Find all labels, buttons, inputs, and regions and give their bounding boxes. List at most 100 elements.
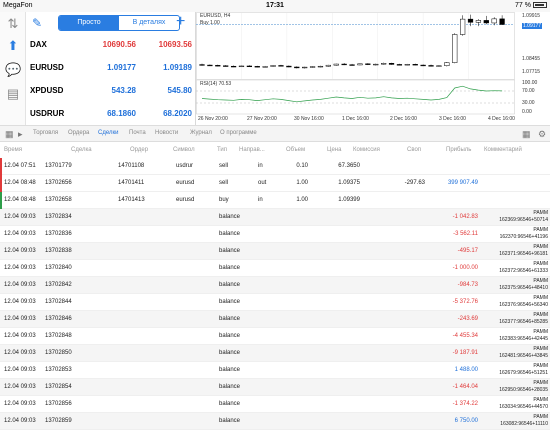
column-header[interactable]: Тип	[217, 147, 227, 153]
chat-icon[interactable]: 💬	[5, 62, 21, 78]
cell-deal: 13702656	[45, 180, 72, 186]
cell-deal: 13702853	[45, 367, 72, 373]
table-row[interactable]: 12.04 09:03 13702850 balance -9 187.91 PAMM …	[0, 345, 550, 362]
cell-type: balance	[219, 214, 241, 220]
column-header[interactable]: Объем	[286, 147, 305, 153]
column-header[interactable]: Время	[4, 147, 22, 153]
table-row[interactable]: 12.04 09:03 13702856 balance -1 374.22 PAMM …	[0, 396, 550, 413]
table-row[interactable]: 12.04 09:03 13702848 balance -4 455.34 PAMM …	[0, 328, 550, 345]
cell-comment: PAMM 163034:96546+44570	[499, 397, 548, 410]
tab-item[interactable]: Почта	[129, 130, 146, 136]
candle-body	[349, 64, 355, 66]
table-row[interactable]: 12.04 09:03 13702840 balance -1 000.00 PAMM …	[0, 260, 550, 277]
column-header[interactable]: Комиссия	[353, 147, 380, 153]
tab-item[interactable]: Новости	[155, 130, 178, 136]
quote-ask[interactable]: 1.09189	[141, 63, 192, 72]
table-row[interactable]: 12.04 09:03 13702859 balance 6 750.00 PAMM 1…	[0, 413, 550, 430]
table-row[interactable]: 12.04 09:03 13702854 balance -1 464.04 PAMM …	[0, 379, 550, 396]
table-row[interactable]: 12.04 08:48 13702656 14701411 eurusd sell out…	[0, 175, 550, 192]
rsi-axis-label: 0.00	[522, 109, 532, 115]
cell-type: sell	[219, 163, 229, 169]
table-icon[interactable]: ▦	[5, 129, 14, 140]
grid-icon[interactable]: ▦	[522, 129, 531, 140]
quote-bid[interactable]: 543.28	[86, 86, 136, 95]
candle-body	[333, 63, 339, 66]
cell-type: balance	[219, 299, 241, 305]
time-axis-label: 26 Nov 20:00	[198, 116, 228, 122]
cell-profit: -1 042.83	[452, 214, 478, 220]
candle-body	[459, 18, 466, 35]
tab-item[interactable]: Сделки	[98, 130, 118, 136]
quote-row[interactable]: DAX 10690.56 10693.56	[26, 34, 196, 56]
column-header[interactable]: Цена	[327, 147, 341, 153]
price-axis-label: 1.09177	[522, 23, 543, 29]
market-watch-icon[interactable]: ⇅	[5, 16, 21, 32]
quote-ask[interactable]: 545.80	[141, 86, 192, 95]
chart-canvas[interactable]	[196, 12, 550, 125]
edit-icon[interactable]: ✎	[32, 16, 42, 30]
column-header[interactable]: Своп	[407, 147, 421, 153]
trade-icon[interactable]: ⬆	[5, 38, 21, 54]
more-icon[interactable]: ▸	[18, 129, 23, 140]
column-header[interactable]: Комментарий	[484, 147, 522, 153]
column-header[interactable]: Ордер	[130, 147, 148, 153]
row-marker	[0, 158, 2, 175]
add-symbol-button[interactable]: +	[176, 14, 185, 30]
column-header[interactable]: Сделка	[71, 147, 92, 153]
cell-time: 12.04 09:03	[4, 367, 36, 373]
cell-volume: 1.00	[296, 180, 308, 186]
document-icon[interactable]: ▤	[5, 86, 21, 102]
tab-item[interactable]: О программе	[220, 130, 257, 136]
quote-bid[interactable]: 10690.56	[86, 40, 136, 49]
quote-bid[interactable]: 1.09177	[86, 63, 136, 72]
cell-price: 67.3650	[338, 163, 360, 169]
cell-order: 14701411	[118, 180, 145, 186]
table-row[interactable]: 12.04 09:03 13702844 balance -5 372.76 PAMM …	[0, 294, 550, 311]
candle-body	[215, 65, 221, 67]
table-row[interactable]: 12.04 08:48 13702658 14701413 eurusd buy in 1.…	[0, 192, 550, 209]
cell-time: 12.04 08:48	[4, 180, 36, 186]
quote-row[interactable]: XPDUSD 543.28 545.80	[26, 80, 196, 102]
cell-volume: 0.10	[296, 163, 308, 169]
column-header[interactable]: Направ...	[239, 147, 265, 153]
column-header[interactable]: Прибыль	[446, 147, 471, 153]
cell-profit: -984.73	[457, 282, 478, 288]
table-row[interactable]: 12.04 09:03 13702834 balance -1 042.83 PAMM …	[0, 209, 550, 226]
candle-body	[373, 63, 379, 66]
table-row[interactable]: 12.04 09:03 13702842 balance -984.73 PAMM 16…	[0, 277, 550, 294]
cell-type: balance	[219, 333, 241, 339]
cell-time: 12.04 09:03	[4, 231, 36, 237]
time-axis-label: 2 Dec 16:00	[390, 116, 417, 122]
cell-profit: -1 000.00	[452, 265, 478, 271]
tab-item[interactable]: Торговля	[33, 130, 58, 136]
table-row[interactable]: 12.04 07:51 13701779 14701108 usdrur sell in 0…	[0, 158, 550, 175]
tab-item[interactable]: Журнал	[190, 130, 212, 136]
candle-body	[254, 66, 260, 68]
cell-profit: -3 562.11	[453, 231, 478, 237]
quotes-panel: ✎ Просто В деталях + DAX 10690.56 10693.56…	[26, 12, 196, 125]
column-header[interactable]: Символ	[173, 147, 195, 153]
price-chart[interactable]: EURUSD, H4 Buy 1.00 RSI(14) 70.53 1.0991…	[196, 12, 550, 125]
cell-type: balance	[219, 282, 241, 288]
quote-bid[interactable]: 68.1860	[86, 109, 136, 118]
toggle-simple[interactable]: Просто	[59, 16, 119, 30]
cell-deal: 13702842	[45, 282, 72, 288]
tab-item[interactable]: Ордера	[68, 130, 89, 136]
cell-deal: 13702834	[45, 214, 72, 220]
quote-ask[interactable]: 10693.56	[141, 40, 192, 49]
cell-deal: 13702848	[45, 333, 72, 339]
quote-ask[interactable]: 68.2020	[141, 109, 192, 118]
cell-deal: 13702854	[45, 384, 72, 390]
quote-row[interactable]: EURUSD 1.09177 1.09189	[26, 57, 196, 79]
settings-icon[interactable]: ⚙	[538, 129, 546, 140]
time-axis-label: 4 Dec 16:00	[488, 116, 515, 122]
table-row[interactable]: 12.04 09:03 13702846 balance -243.69 PAMM 16…	[0, 311, 550, 328]
toggle-details[interactable]: В деталях	[119, 16, 179, 30]
candle-body	[302, 66, 308, 69]
cell-type: balance	[219, 401, 241, 407]
candle-body	[286, 65, 292, 68]
table-row[interactable]: 12.04 09:03 13702836 balance -3 562.11 PAMM …	[0, 226, 550, 243]
table-row[interactable]: 12.04 09:03 13702853 balance 1 488.00 PAMM 1…	[0, 362, 550, 379]
quote-row[interactable]: USDRUR 68.1860 68.2020	[26, 103, 196, 125]
table-row[interactable]: 12.04 09:03 13702838 balance -495.17 PAMM 16…	[0, 243, 550, 260]
